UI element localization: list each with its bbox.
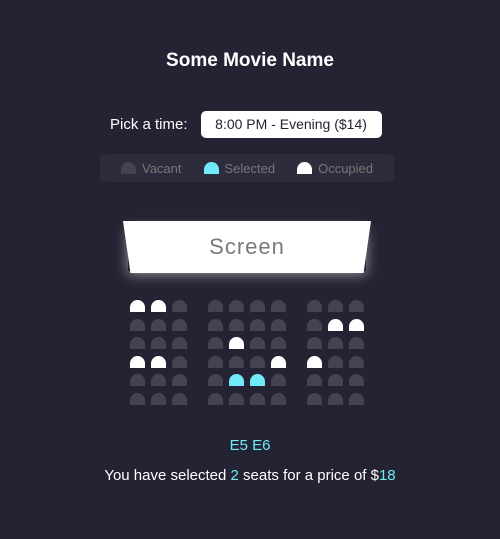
seat-vacant[interactable] [151,337,166,349]
seat-vacant[interactable] [250,318,265,331]
selection-summary: You have selected 2 seats for a price of… [0,467,500,484]
seat-vacant[interactable] [172,355,187,368]
time-picker: Pick a time: 8:00 PM - Evening ($14) [110,111,382,138]
seat-vacant[interactable] [229,318,244,331]
seat-vacant[interactable] [151,318,166,331]
legend-occupied-label: Occupied [318,160,374,176]
seat-vacant[interactable] [328,300,343,312]
seat-vacant[interactable] [229,300,244,312]
seat-vacant[interactable] [328,392,343,405]
selected-seats-list: E5 E6 [229,437,271,454]
seat-map [0,300,500,410]
legend-selected-label: Selected [224,160,276,176]
seat-vacant[interactable] [250,337,265,349]
seat-vacant[interactable] [130,374,145,386]
screen: Screen [123,221,371,273]
total-price: 18 [378,467,396,484]
summary-middle: seats for a price of $ [238,467,379,484]
seat-vacant[interactable] [229,355,244,368]
seat-vacant[interactable] [271,318,286,331]
seat-occupied [229,337,244,349]
seat-vacant[interactable] [208,300,223,312]
seat-vacant[interactable] [328,337,343,349]
seat-vacant[interactable] [271,300,286,312]
seat-vacant[interactable] [250,300,265,312]
seat-vacant[interactable] [328,355,343,368]
seat-occupied [271,355,286,368]
legend-selected: Selected [203,160,276,176]
seat-vacant[interactable] [349,300,364,312]
seat-vacant[interactable] [208,355,223,368]
seat-occupied [130,355,145,368]
legend-occupied: Occupied [297,161,373,176]
seat-selected[interactable] [229,374,244,386]
vacant-seat-icon [120,162,136,174]
seat-vacant[interactable] [349,337,364,349]
seat-vacant[interactable] [271,392,286,405]
seat-vacant[interactable] [130,392,145,405]
legend-vacant: Vacant [120,160,182,176]
seat-vacant[interactable] [130,337,145,349]
seat-occupied [151,355,166,368]
seat-vacant[interactable] [349,355,364,368]
seat-vacant[interactable] [151,374,166,386]
summary-prefix: You have selected [104,467,231,484]
seat-selected[interactable] [250,374,265,386]
seat-occupied [307,355,322,368]
occupied-seat-icon [297,162,313,174]
seat-occupied [328,318,343,331]
seat-vacant[interactable] [307,337,322,349]
seat-vacant[interactable] [349,392,364,405]
seat-vacant[interactable] [208,318,223,331]
seat-occupied [151,300,166,312]
seat-vacant[interactable] [307,300,322,312]
movie-title: Some Movie Name [166,50,334,71]
selected-count: 2 [230,467,239,484]
seat-vacant[interactable] [208,374,223,386]
seat-vacant[interactable] [349,374,364,386]
time-picker-label: Pick a time: [110,116,188,133]
seat-vacant[interactable] [250,392,265,405]
seat-vacant[interactable] [307,392,322,405]
seat-occupied [349,318,364,331]
seat-vacant[interactable] [271,337,286,349]
seat-vacant[interactable] [271,374,286,386]
seat-legend: Vacant Selected Occupied [100,154,394,182]
screen-label: Screen [209,234,285,259]
selected-seat-icon [203,162,219,174]
seat-vacant[interactable] [172,337,187,349]
time-select[interactable]: 8:00 PM - Evening ($14) [200,111,382,138]
seat-vacant[interactable] [172,300,187,312]
seat-vacant[interactable] [229,392,244,405]
seat-vacant[interactable] [250,355,265,368]
seat-vacant[interactable] [208,392,223,405]
seat-vacant[interactable] [328,374,343,386]
seat-vacant[interactable] [172,318,187,331]
legend-vacant-label: Vacant [141,160,182,176]
seat-vacant[interactable] [172,392,187,405]
seat-vacant[interactable] [172,374,187,386]
seat-vacant[interactable] [130,318,145,331]
seat-vacant[interactable] [151,392,166,405]
seat-occupied [130,300,145,312]
seat-vacant[interactable] [307,374,322,386]
seat-vacant[interactable] [208,337,223,349]
seat-vacant[interactable] [307,318,322,331]
